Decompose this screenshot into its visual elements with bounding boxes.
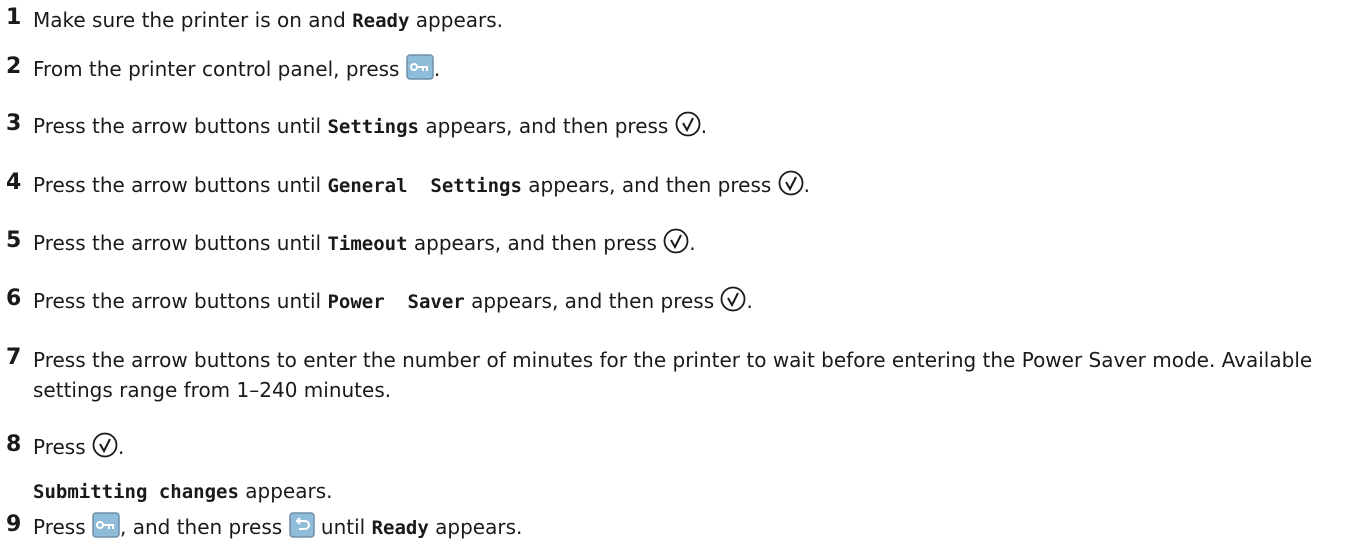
step-text: Press the arrow buttons until Settings a… bbox=[33, 111, 1350, 145]
step-result: Submitting changes appears. bbox=[33, 479, 333, 503]
menu-option: Power Saver bbox=[327, 291, 465, 313]
step-text: Press the arrow buttons until General Se… bbox=[33, 170, 1350, 204]
step-number: 6 bbox=[6, 286, 22, 311]
step-number: 9 bbox=[6, 512, 22, 537]
step-text: From the printer control panel, press . bbox=[33, 54, 1350, 88]
menu-option: Timeout bbox=[327, 233, 408, 255]
step-text: Press the arrow buttons until Power Save… bbox=[33, 286, 1350, 320]
select-check-icon bbox=[675, 111, 701, 145]
select-check-icon bbox=[92, 432, 118, 466]
step-text: Press the arrow buttons to enter the num… bbox=[33, 348, 1313, 402]
menu-option: General Settings bbox=[327, 175, 522, 197]
step-text: Press , and then press until Ready appea… bbox=[33, 512, 1350, 546]
menu-key-icon bbox=[92, 512, 120, 546]
step-number: 4 bbox=[6, 170, 22, 195]
step-number: 7 bbox=[6, 345, 22, 370]
step-text: Press . bbox=[33, 432, 1350, 466]
step-text: Press the arrow buttons until Timeout ap… bbox=[33, 228, 1350, 262]
step-number: 8 bbox=[6, 432, 22, 457]
display-message: Ready bbox=[352, 10, 410, 32]
select-check-icon bbox=[720, 286, 746, 320]
step-number: 1 bbox=[6, 5, 22, 30]
select-check-icon bbox=[778, 170, 804, 204]
step-number: 5 bbox=[6, 228, 22, 253]
step-number: 2 bbox=[6, 54, 22, 79]
select-check-icon bbox=[663, 228, 689, 262]
step-text: Make sure the printer is on and Ready ap… bbox=[33, 8, 504, 32]
back-arrow-icon bbox=[288, 512, 315, 546]
menu-option: Settings bbox=[327, 116, 419, 138]
display-message: Ready bbox=[371, 517, 429, 539]
step-number: 3 bbox=[6, 111, 22, 136]
display-message: Submitting changes bbox=[33, 481, 239, 503]
menu-key-icon bbox=[406, 54, 434, 88]
